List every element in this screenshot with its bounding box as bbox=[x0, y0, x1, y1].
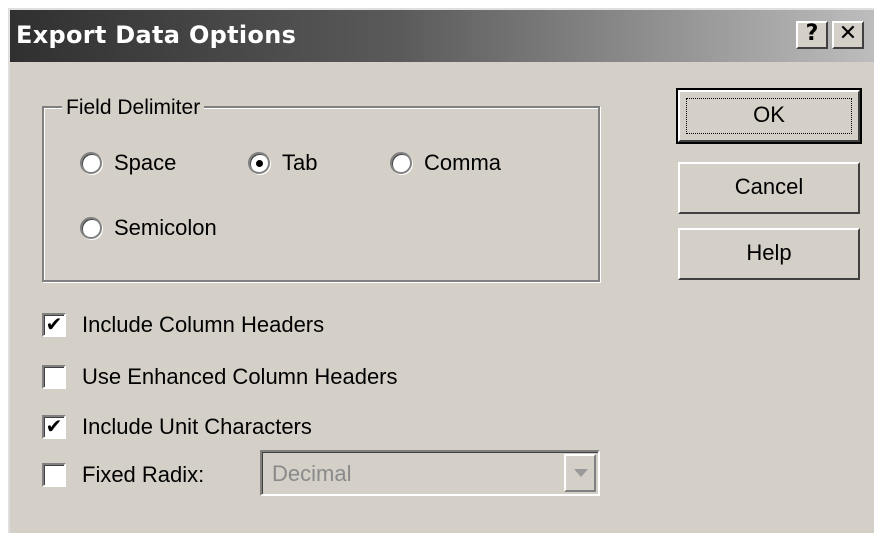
help-button[interactable]: Help bbox=[678, 228, 860, 280]
checkbox-unchecked-icon bbox=[42, 463, 66, 487]
radio-space-label: Space bbox=[114, 150, 177, 175]
help-icon[interactable]: ? bbox=[796, 21, 828, 49]
fixed-radix-checkbox[interactable]: Fixed Radix: bbox=[42, 462, 204, 488]
radio-button-icon bbox=[80, 217, 102, 239]
radio-comma-label: Comma bbox=[424, 150, 502, 175]
window-title: Export Data Options bbox=[16, 21, 297, 49]
fixed-radix-label: Fixed Radix: bbox=[82, 462, 205, 487]
radio-button-selected-icon bbox=[248, 152, 270, 174]
field-delimiter-group bbox=[42, 106, 600, 282]
radio-semicolon-label: Semicolon bbox=[114, 215, 217, 240]
radio-tab[interactable]: Tab bbox=[248, 150, 317, 176]
chevron-down-icon[interactable] bbox=[564, 454, 596, 492]
checkbox-checked-icon: ✔ bbox=[42, 415, 66, 439]
radio-semicolon[interactable]: Semicolon bbox=[80, 215, 217, 241]
ok-button[interactable]: OK bbox=[676, 88, 862, 144]
export-data-options-dialog: Export Data Options ? ✕ Field Delimiter … bbox=[8, 8, 874, 533]
close-icon[interactable]: ✕ bbox=[832, 21, 864, 49]
title-bar[interactable]: Export Data Options ? ✕ bbox=[10, 10, 874, 62]
radix-select-value: Decimal bbox=[272, 461, 352, 486]
radio-button-icon bbox=[80, 152, 102, 174]
use-enhanced-column-headers-label: Use Enhanced Column Headers bbox=[82, 364, 398, 389]
include-column-headers-checkbox[interactable]: ✔ Include Column Headers bbox=[42, 312, 324, 338]
radix-select[interactable]: Decimal bbox=[260, 450, 600, 496]
checkbox-checked-icon: ✔ bbox=[42, 313, 66, 337]
radio-tab-label: Tab bbox=[282, 150, 318, 175]
focus-rectangle bbox=[686, 98, 852, 134]
field-delimiter-label: Field Delimiter bbox=[62, 96, 205, 120]
include-column-headers-label: Include Column Headers bbox=[82, 312, 325, 337]
include-unit-characters-label: Include Unit Characters bbox=[82, 414, 312, 439]
radio-button-icon bbox=[390, 152, 412, 174]
use-enhanced-column-headers-checkbox[interactable]: Use Enhanced Column Headers bbox=[42, 364, 398, 390]
cancel-button[interactable]: Cancel bbox=[678, 162, 860, 214]
radio-comma[interactable]: Comma bbox=[390, 150, 501, 176]
radio-space[interactable]: Space bbox=[80, 150, 176, 176]
include-unit-characters-checkbox[interactable]: ✔ Include Unit Characters bbox=[42, 414, 312, 440]
checkbox-unchecked-icon bbox=[42, 365, 66, 389]
